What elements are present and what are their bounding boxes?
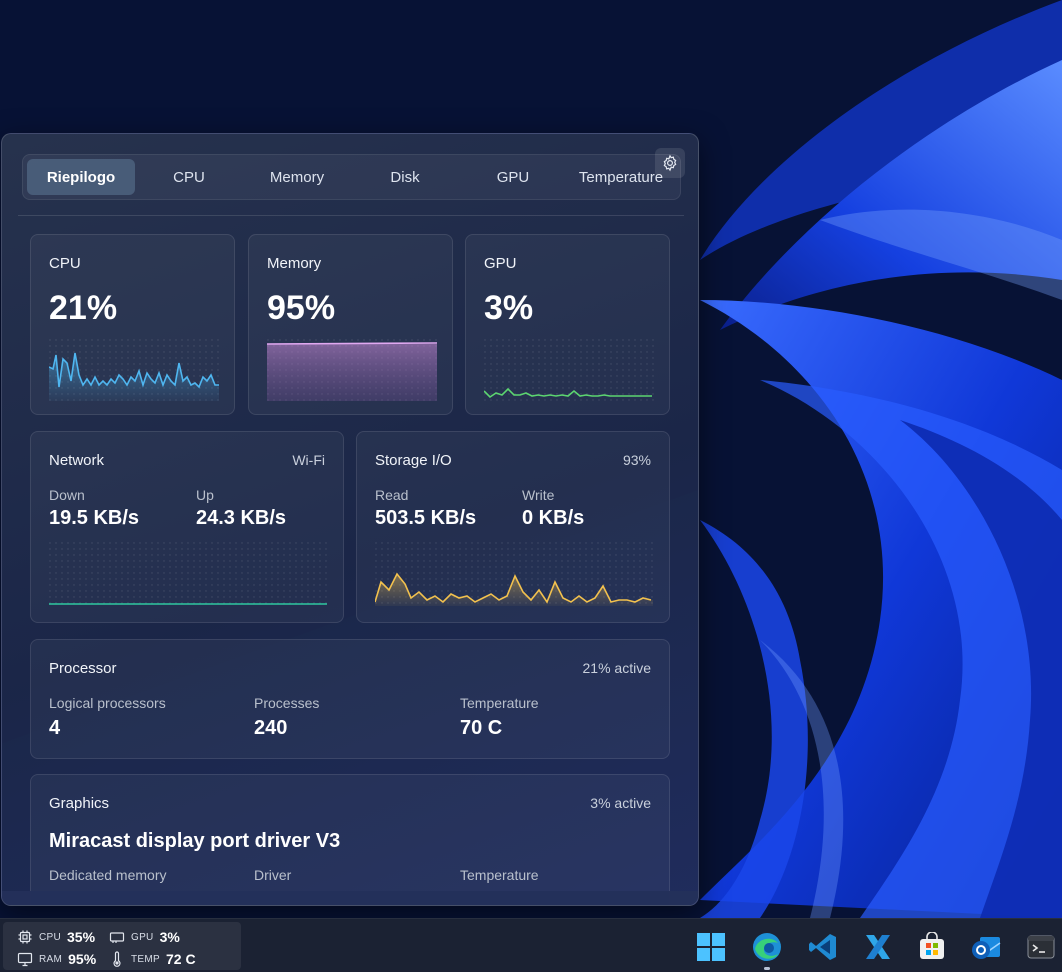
running-indicator [764, 967, 770, 970]
graphics-card[interactable]: Graphics 3% active Miracast display port… [30, 774, 670, 905]
gpu-card-title: GPU [484, 255, 517, 272]
storage-read-label: Read [375, 487, 409, 503]
storage-card-title: Storage I/O [375, 452, 452, 469]
cpu-usage-value: 21% [49, 289, 118, 327]
tab-memory[interactable]: Memory [243, 159, 351, 195]
taskbar-ram-label: RAM [39, 953, 63, 965]
cpu-card[interactable]: CPU 21% [30, 234, 235, 415]
store-icon [920, 932, 944, 959]
taskbar-temp-stat: TEMP 72 C [109, 950, 196, 968]
taskbar-cpu-label: CPU [39, 931, 62, 943]
network-connection-type: Wi-Fi [292, 452, 325, 468]
gpu-usage-value: 3% [484, 289, 534, 327]
storage-usage: 93% [622, 452, 651, 468]
network-up-label: Up [196, 487, 214, 503]
terminal-taskbar-button[interactable] [1021, 927, 1061, 967]
start-icon [697, 933, 725, 961]
storage-write-value: 0 KB/s [522, 507, 585, 529]
taskbar-gpu-value: 3% [159, 929, 180, 945]
memory-usage-value: 95% [267, 289, 336, 327]
taskbar-ram-value: 95% [68, 951, 97, 967]
gpu-card-icon [109, 932, 125, 943]
cpu-card-title: CPU [49, 255, 81, 272]
tab-bar: Riepilogo CPU Memory Disk GPU Temperatur… [22, 154, 681, 200]
taskbar-ram-stat: RAM 95% [17, 950, 96, 968]
gpu-name: Miracast display port driver V3 [49, 830, 341, 852]
storage-write-label: Write [522, 487, 555, 503]
vscode-taskbar-button[interactable] [803, 927, 843, 967]
cpu-usage-graph [49, 339, 219, 401]
memory-usage-graph [267, 339, 437, 401]
network-up-value: 24.3 KB/s [196, 507, 287, 529]
taskbar-gpu-stat: GPU 3% [109, 928, 180, 946]
taskbar-cpu-stat: CPU 35% [17, 928, 95, 946]
gpu-card[interactable]: GPU 3% [465, 234, 670, 415]
xaml-studio-taskbar-button[interactable] [858, 927, 898, 967]
monitor-icon [17, 952, 33, 967]
processor-temperature-label: Temperature [460, 695, 539, 711]
outlook-icon [972, 937, 1001, 959]
tab-gpu[interactable]: GPU [459, 159, 567, 195]
vscode-icon [809, 934, 836, 960]
network-card[interactable]: Network Wi-Fi Down 19.5 KB/s Up 24.3 KB/… [30, 431, 344, 623]
storage-card[interactable]: Storage I/O 93% Read 503.5 KB/s Write 0 … [356, 431, 670, 623]
divider [18, 215, 684, 216]
processor-status: 21% active [582, 660, 651, 676]
taskbar-cpu-value: 35% [67, 929, 96, 945]
taskbar: CPU 35% GPU 3% RAM 95% TEMP 72 C [0, 918, 1062, 972]
network-card-title: Network [49, 452, 105, 469]
edge-taskbar-button[interactable] [747, 927, 787, 970]
processor-card-title: Processor [49, 660, 117, 677]
edge-icon [753, 933, 781, 961]
store-taskbar-button[interactable] [912, 927, 952, 967]
taskbar-temp-label: TEMP [131, 953, 160, 965]
processor-temperature-value: 70 C [460, 717, 503, 739]
network-down-label: Down [49, 487, 85, 503]
processes-value: 240 [254, 717, 288, 739]
outlook-taskbar-button[interactable] [966, 927, 1006, 967]
settings-button[interactable] [655, 148, 685, 178]
logical-processors-label: Logical processors [49, 695, 166, 711]
graphics-status: 3% active [590, 795, 651, 811]
network-throughput-graph [49, 542, 327, 606]
terminal-icon [1027, 935, 1055, 959]
tab-disk[interactable]: Disk [351, 159, 459, 195]
memory-card-title: Memory [267, 255, 322, 272]
dedicated-memory-label: Dedicated memory [49, 867, 167, 883]
tab-riepilogo[interactable]: Riepilogo [27, 159, 135, 195]
taskbar-gpu-label: GPU [131, 931, 154, 943]
gpu-usage-graph [484, 339, 654, 401]
chip-icon [18, 930, 32, 944]
system-stats-widget[interactable]: CPU 35% GPU 3% RAM 95% TEMP 72 C [3, 922, 241, 970]
network-down-value: 19.5 KB/s [49, 507, 140, 529]
logical-processors-value: 4 [49, 717, 61, 739]
panel-bottom-edge [2, 891, 698, 905]
processor-card[interactable]: Processor 21% active Logical processors … [30, 639, 670, 759]
memory-card[interactable]: Memory 95% [248, 234, 453, 415]
performance-panel: Riepilogo CPU Memory Disk GPU Temperatur… [1, 133, 699, 906]
graphics-card-title: Graphics [49, 795, 110, 812]
storage-io-graph [375, 542, 653, 606]
xaml-studio-icon [866, 935, 890, 959]
start-button[interactable] [691, 927, 731, 967]
processes-label: Processes [254, 695, 320, 711]
driver-label: Driver [254, 867, 292, 883]
storage-read-value: 503.5 KB/s [375, 507, 477, 529]
graphics-temperature-label: Temperature [460, 867, 539, 883]
taskbar-temp-value: 72 C [165, 951, 196, 967]
gear-icon [663, 154, 677, 172]
tab-cpu[interactable]: CPU [135, 159, 243, 195]
thermometer-icon [113, 951, 121, 967]
